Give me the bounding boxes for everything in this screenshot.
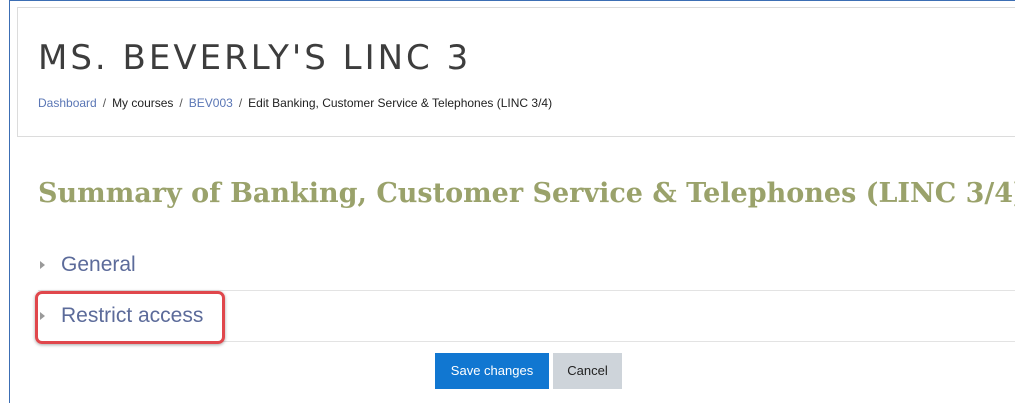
breadcrumb-my-courses[interactable]: My courses	[112, 96, 173, 110]
save-changes-button[interactable]: Save changes	[435, 353, 549, 389]
breadcrumb-separator: /	[179, 96, 183, 110]
chevron-right-icon[interactable]	[40, 261, 45, 269]
breadcrumb-dashboard[interactable]: Dashboard	[38, 96, 97, 110]
annotation-highlight-box	[35, 291, 225, 344]
site-title: MS. BEVERLY'S LINC 3	[38, 38, 472, 78]
breadcrumb-separator: /	[238, 96, 243, 110]
section-general-label[interactable]: General	[61, 252, 136, 278]
cancel-button[interactable]: Cancel	[553, 353, 622, 389]
breadcrumb-current-page: Edit Banking, Customer Service & Telepho…	[248, 96, 553, 110]
page-heading: Summary of Banking, Customer Service & T…	[38, 178, 1015, 209]
form-actions: Save changes Cancel	[435, 353, 622, 389]
section-general[interactable]: General	[38, 241, 1015, 291]
page-header: MS. BEVERLY'S LINC 3 Dashboard / My course…	[17, 7, 1015, 137]
breadcrumb: Dashboard / My courses / BEV003 / Edit Banking…	[38, 95, 552, 111]
breadcrumb-course[interactable]: BEV003	[189, 96, 233, 110]
breadcrumb-separator: /	[102, 96, 107, 110]
